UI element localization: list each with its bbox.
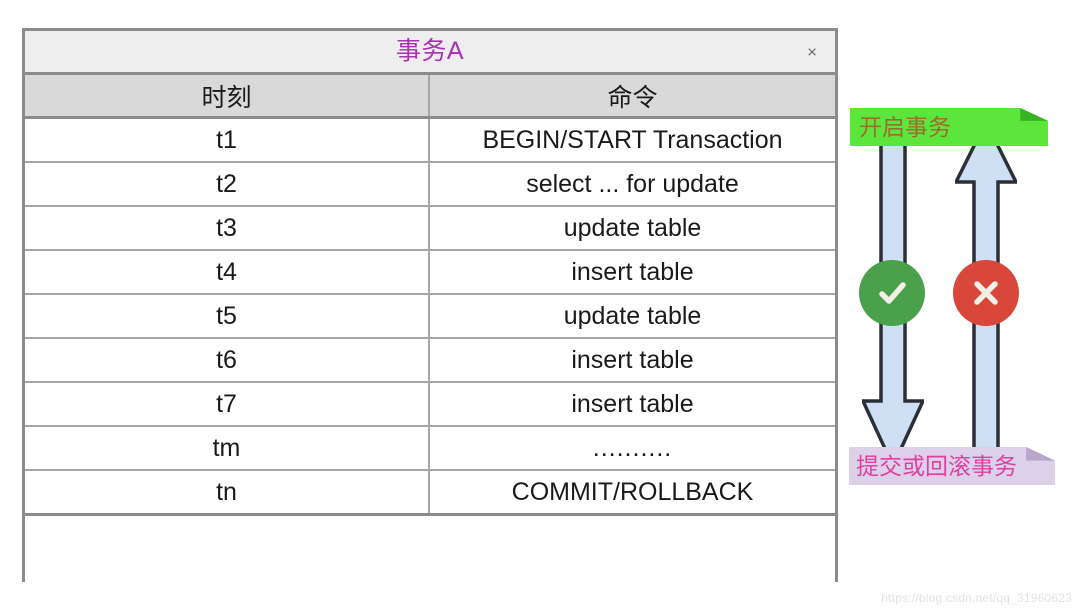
cell-command: insert table — [429, 250, 835, 295]
transaction-flow-diagram: 开启事务 提交或回滚事务 — [845, 0, 1080, 611]
cell-time: tm — [25, 426, 430, 471]
commit-rollback-banner: 提交或回滚事务 — [849, 447, 1055, 485]
table-row: tm.......... — [25, 426, 835, 471]
start-transaction-label: 开启事务 — [859, 113, 951, 140]
cell-time: t2 — [25, 162, 430, 207]
cell-command: insert table — [429, 382, 835, 427]
commit-rollback-label: 提交或回滚事务 — [856, 452, 1017, 479]
cell-time: tn — [25, 470, 430, 516]
table-row: t4 insert table — [25, 250, 835, 295]
table-row: t2 select ... for update — [25, 162, 835, 207]
table-row: t7 insert table — [25, 382, 835, 427]
table-row: t3 update table — [25, 206, 835, 251]
table-row: t1 BEGIN/START Transaction — [25, 117, 835, 163]
cell-time: t4 — [25, 250, 430, 295]
cell-command: insert table — [429, 338, 835, 383]
table-body: t1 BEGIN/START Transaction t2 select ... fo… — [25, 117, 835, 516]
cell-time: t7 — [25, 382, 430, 427]
cell-time: t5 — [25, 294, 430, 339]
cell-command: .......... — [429, 426, 835, 471]
cell-command: update table — [429, 206, 835, 251]
page-title: 事务A — [395, 37, 465, 65]
cell-time: t6 — [25, 338, 430, 383]
cell-time: t1 — [25, 117, 430, 163]
check-circle-icon — [859, 260, 925, 326]
table-row: tn COMMIT/ROLLBACK — [25, 470, 835, 516]
x-circle-icon — [953, 260, 1019, 326]
start-transaction-banner: 开启事务 — [850, 108, 1048, 146]
table-row: t5 update table — [25, 294, 835, 339]
transaction-window: 事务A × 时刻 命令 t1 BEGIN/START Transaction t2 s… — [22, 28, 838, 613]
table-row: t6 insert table — [25, 338, 835, 383]
cell-time: t3 — [25, 206, 430, 251]
column-header-time: 时刻 — [25, 75, 430, 119]
cell-command: select ... for update — [429, 162, 835, 207]
column-header-command: 命令 — [429, 75, 835, 119]
transaction-timeline-table: 时刻 命令 t1 BEGIN/START Transaction t2 select … — [25, 75, 835, 516]
table-empty-area — [25, 516, 835, 613]
cell-command: update table — [429, 294, 835, 339]
close-icon[interactable]: × — [803, 41, 821, 62]
table-header-row: 时刻 命令 — [25, 75, 835, 119]
window-title-bar: 事务A × — [25, 31, 835, 75]
cell-command: COMMIT/ROLLBACK — [429, 470, 835, 516]
watermark: https://blog.csdn.net/qq_31960623 — [881, 591, 1072, 605]
cell-command: BEGIN/START Transaction — [429, 117, 835, 163]
